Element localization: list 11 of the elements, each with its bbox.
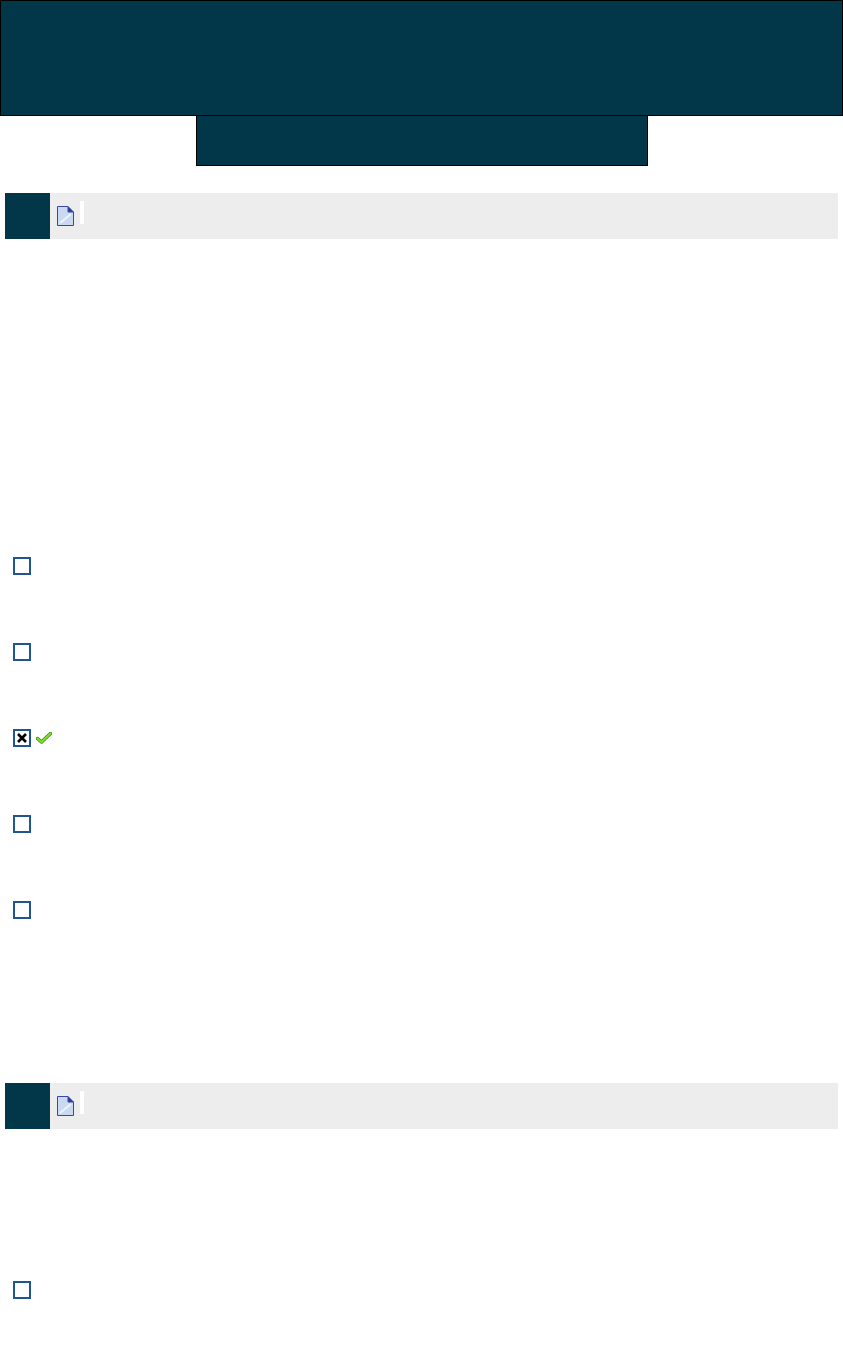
cross-icon: [17, 733, 27, 743]
checkbox[interactable]: [13, 643, 31, 661]
checkbox[interactable]: [13, 815, 31, 833]
checkbox[interactable]: [13, 901, 31, 919]
question-number-block: [5, 193, 50, 239]
checkbox[interactable]: [13, 1281, 31, 1299]
document-icon: [56, 206, 75, 226]
question-number-block: [5, 1083, 50, 1129]
checkbox[interactable]: [13, 557, 31, 575]
checkbox[interactable]: [13, 729, 31, 747]
document-icon: [56, 1096, 75, 1116]
